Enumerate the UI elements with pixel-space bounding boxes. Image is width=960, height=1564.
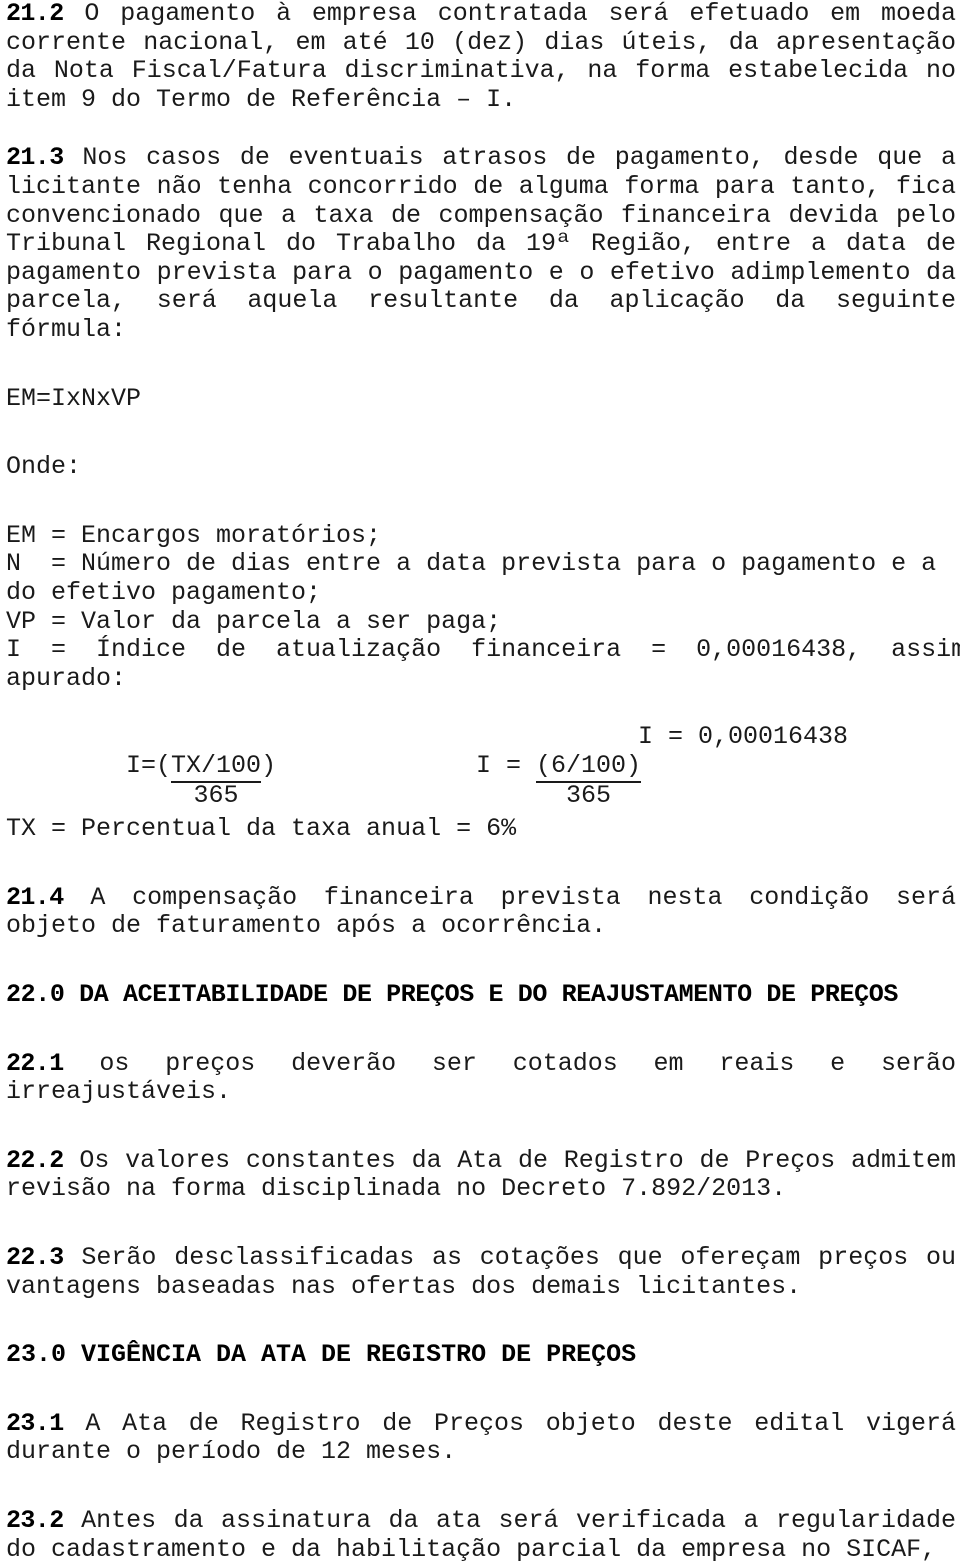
clause-22-1-text: os preços deverão ser cotados em reais e…: [6, 1048, 956, 1107]
clause-23-2: 23.2 Antes da assinatura da ata será ver…: [6, 1506, 956, 1564]
index-formula-left-denominator: 365: [193, 781, 239, 811]
clause-23-1: 23.1 A Ata de Registro de Preços objeto …: [6, 1408, 956, 1467]
clause-22-2: 22.2 Os valores constantes da Ata de Reg…: [6, 1145, 956, 1204]
document-body: 21.2 O pagamento à empresa contratada se…: [6, 0, 960, 1564]
clause-22-1: 22.1 os preços deverão ser cotados em re…: [6, 1048, 956, 1107]
index-formula-middle-numerator-line: (6/100): [536, 750, 642, 783]
index-formula-left-numerator: TX/100: [171, 750, 262, 783]
clause-23-2-text: Antes da assinatura da ata será verifica…: [6, 1506, 956, 1564]
clause-23-1-number: 23.1: [6, 1408, 64, 1438]
clause-21-3-number: 21.3: [6, 143, 64, 173]
index-formula-middle-prefix: I =: [476, 750, 537, 780]
clause-21-2-text: O pagamento à empresa contratada será ef…: [6, 0, 956, 114]
index-formula-left-prefix: I=(: [126, 750, 172, 780]
clause-23-1-text: A Ata de Registro de Preços objeto deste…: [6, 1408, 956, 1467]
index-formula-left: I=(TX/100 365): [6, 723, 276, 839]
index-formula-left-numerator-line: TX/100: [171, 750, 262, 783]
index-formula-row: I=(TX/100 365) I = (6/100) 365 I = 0,00016…: [6, 722, 956, 810]
heading-23-0: 23.0 VIGÊNCIA DA ATA DE REGISTRO DE PREÇ…: [6, 1340, 637, 1370]
definition-n-cont: do efetivo pagamento;: [6, 577, 322, 607]
clause-22-2-text: Os valores constantes da Ata de Registro…: [6, 1145, 956, 1204]
clause-21-2: 21.2 O pagamento à empresa contratada se…: [6, 0, 956, 114]
index-formula-middle-fraction: (6/100) 365: [536, 750, 642, 811]
clause-22-3-text: Serão desclassificadas as cotações que o…: [6, 1243, 956, 1301]
definition-i-cont: apurado:: [6, 663, 127, 693]
definition-i: I = Índice de atualização financeira = 0…: [6, 635, 960, 665]
clause-23-2-number: 23.2: [6, 1506, 64, 1535]
definition-n: N = Número de dias entre a data prevista…: [6, 549, 937, 579]
clause-21-3-text: Nos casos de eventuais atrasos de pagame…: [6, 143, 956, 344]
index-formula-left-suffix: ): [261, 750, 277, 780]
index-formula-middle-numerator: (6/100): [536, 750, 642, 783]
index-formula-left-fraction: TX/100 365: [171, 750, 262, 811]
definition-vp: VP = Valor da parcela a ser paga;: [6, 606, 502, 636]
clause-22-1-number: 22.1: [6, 1048, 64, 1078]
clause-22-3: 22.3 Serão desclassificadas as cotações …: [6, 1243, 956, 1301]
definition-em: EM = Encargos moratórios;: [6, 520, 382, 550]
clause-22-3-number: 22.3: [6, 1243, 64, 1273]
clause-21-4-number: 21.4: [6, 882, 64, 912]
index-formula-middle-denominator: 365: [566, 781, 612, 811]
where-label: Onde:: [6, 452, 82, 482]
clause-21-4-text: A compensação financeira prevista nesta …: [6, 882, 956, 941]
index-formula-result: I = 0,00016438: [638, 722, 849, 752]
heading-22-0: 22.0 DA ACEITABILIDADE DE PREÇOS E DO RE…: [6, 980, 898, 1010]
clause-21-3: 21.3 Nos casos de eventuais atrasos de p…: [6, 144, 956, 344]
formula-em: EM=IxNxVP: [6, 383, 142, 413]
clause-22-2-number: 22.2: [6, 1145, 64, 1175]
clause-21-2-number: 21.2: [6, 0, 64, 28]
index-formula-middle: I = (6/100) 365: [356, 723, 642, 839]
clause-21-4: 21.4 A compensação financeira prevista n…: [6, 882, 956, 941]
document-page: 21.2 O pagamento à empresa contratada se…: [0, 0, 960, 1563]
